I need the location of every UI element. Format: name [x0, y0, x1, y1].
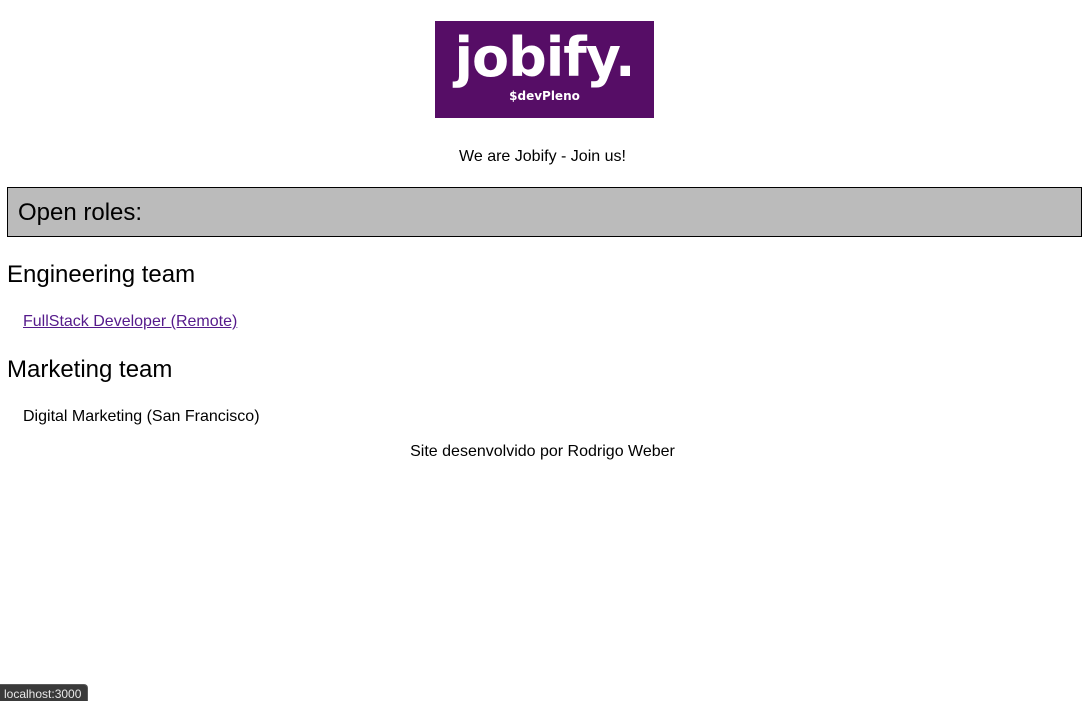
team-heading-engineering: Engineering team: [7, 261, 196, 288]
open-roles-banner: Open roles:: [7, 187, 1082, 237]
logo-subtitle: $devPleno: [509, 89, 580, 103]
team-heading-marketing: Marketing team: [7, 356, 173, 383]
open-roles-heading: Open roles:: [18, 199, 143, 226]
logo-wordmark: jobify.: [454, 26, 635, 89]
page: jobify. $devPleno We are Jobify - Join u…: [0, 0, 1085, 701]
status-bar-url: localhost:3000: [0, 684, 89, 701]
tagline: We are Jobify - Join us!: [459, 148, 626, 165]
jobify-logo: jobify. $devPleno: [435, 21, 654, 118]
role-link-fullstack-developer[interactable]: FullStack Developer (Remote): [23, 312, 237, 332]
footer-credit: Site desenvolvido por Rodrigo Weber: [410, 443, 675, 460]
role-item-digital-marketing: Digital Marketing (San Francisco): [23, 408, 260, 425]
